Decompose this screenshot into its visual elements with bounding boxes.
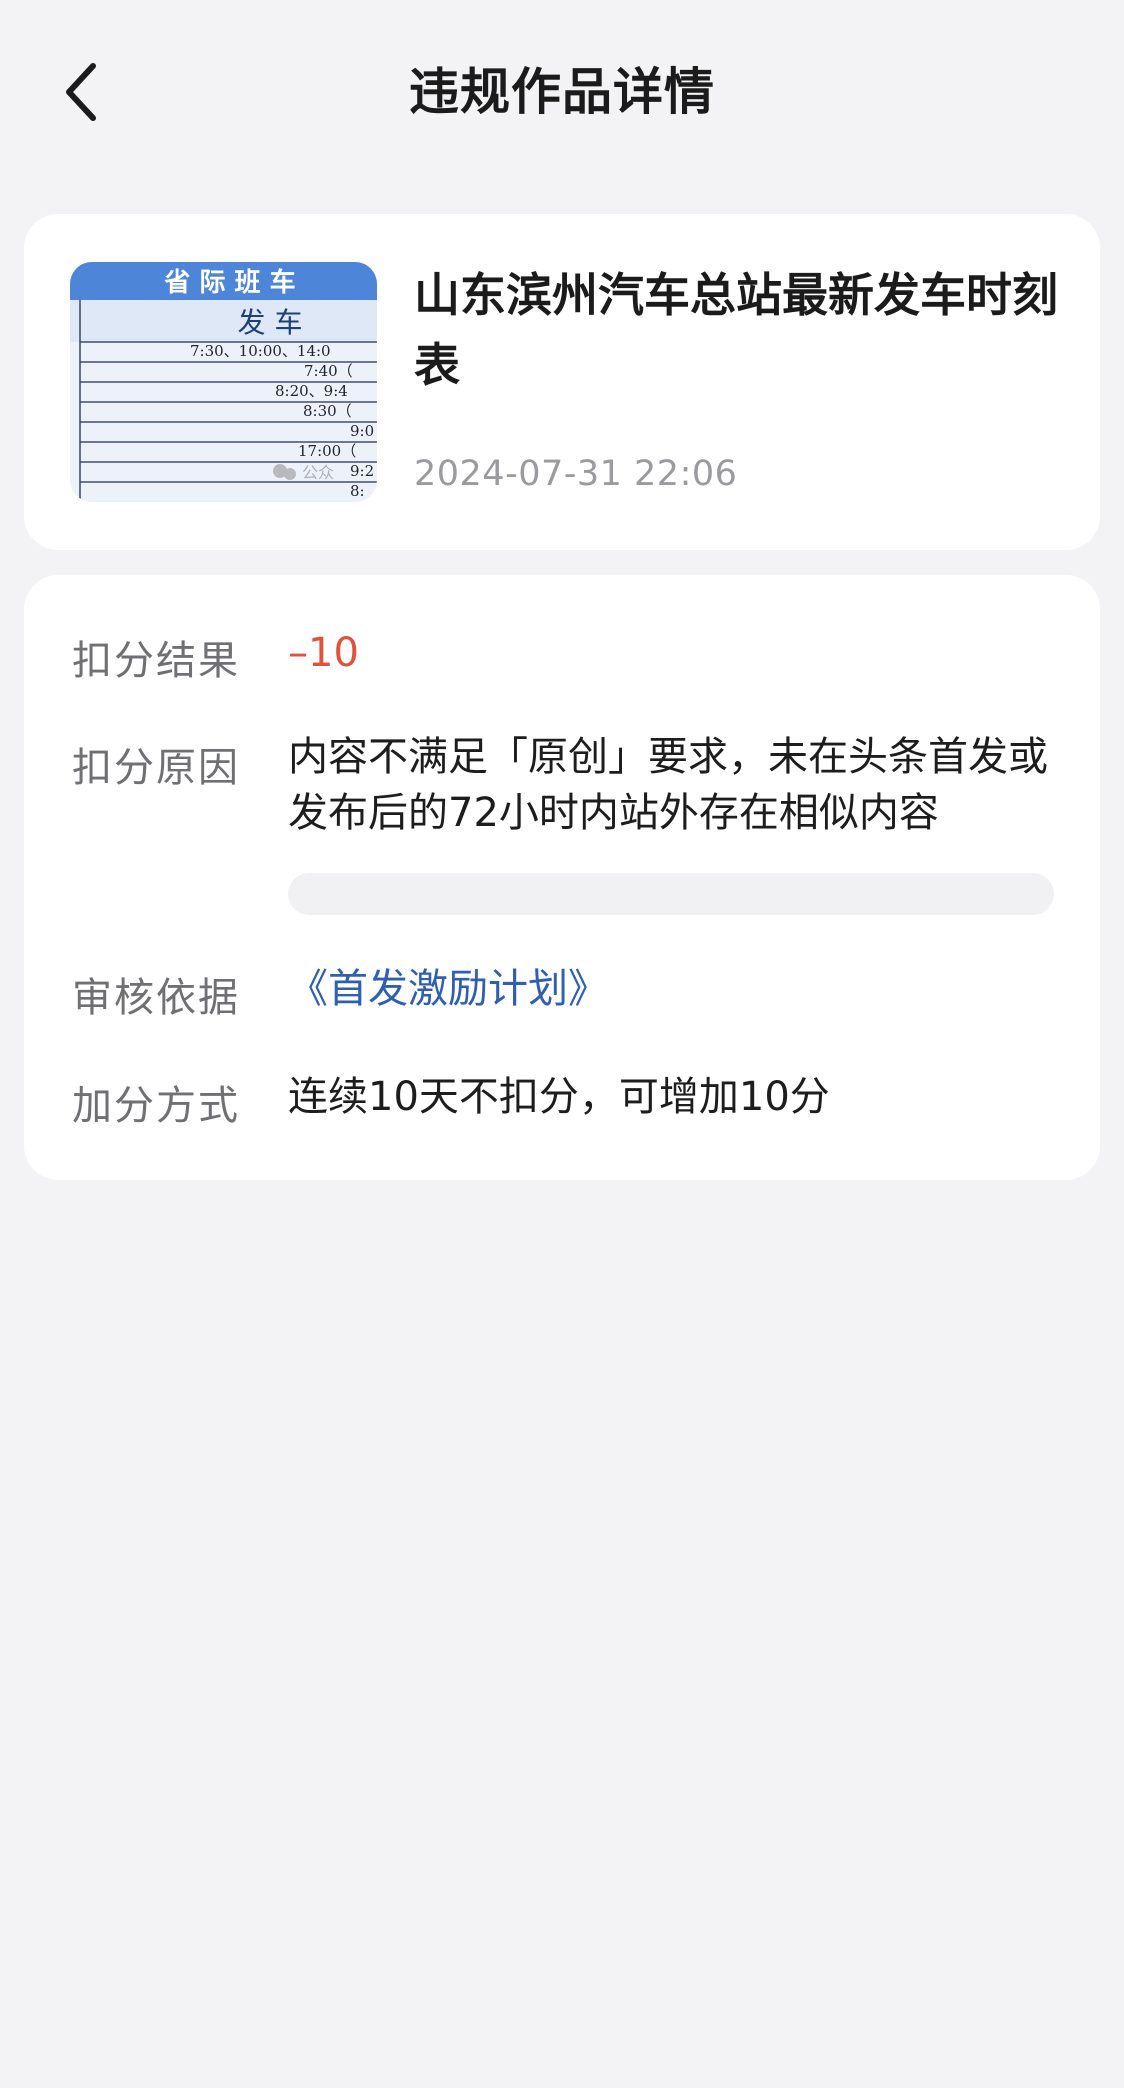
basis-link[interactable]: 《首发激励计划》 xyxy=(288,961,1078,1017)
method-value: 连续10天不扣分，可增加10分 xyxy=(288,1074,830,1120)
page: 违规作品详情 省 际 班 车 发 车 7:30、10:00、14:0 7:40（… xyxy=(0,0,1124,2088)
thumb-line: 7:30、10:00、14:0 xyxy=(190,342,331,360)
result-value: –10 xyxy=(288,630,359,676)
reason-label: 扣分原因 xyxy=(72,745,240,791)
article-card[interactable]: 省 际 班 车 发 车 7:30、10:00、14:0 7:40（ 8:20、9… xyxy=(24,214,1100,550)
article-title[interactable]: 山东滨州汽车总站最新发车时刻表 xyxy=(414,260,1074,400)
timetable-image: 省 际 班 车 发 车 7:30、10:00、14:0 7:40（ 8:20、9… xyxy=(70,262,377,502)
method-label: 加分方式 xyxy=(72,1083,240,1129)
basis-label: 审核依据 xyxy=(72,975,240,1021)
violation-detail-card: 扣分结果 –10 扣分原因 内容不满足「原创」要求，未在头条首发或发布后的72小… xyxy=(24,575,1100,1180)
result-label: 扣分结果 xyxy=(72,638,240,684)
article-timestamp: 2024-07-31 22:06 xyxy=(414,454,738,494)
article-thumbnail: 省 际 班 车 发 车 7:30、10:00、14:0 7:40（ 8:20、9… xyxy=(70,262,377,502)
navigation-bar: 违规作品详情 xyxy=(0,0,1124,180)
thumb-heading: 省 际 班 车 xyxy=(163,267,295,298)
thumb-line: 9:2 xyxy=(350,462,374,480)
thumb-watermark: 公众 xyxy=(302,463,334,482)
thumb-line: 8: xyxy=(350,482,365,500)
thumb-line: 8:30（ xyxy=(303,402,352,420)
reason-value: 内容不满足「原创」要求，未在头条首发或发布后的72小时内站外存在相似内容 xyxy=(288,734,1048,836)
thumb-line: 17:00（ xyxy=(298,442,356,460)
thumb-line: 9:0 xyxy=(350,422,374,440)
loading-placeholder-bar xyxy=(288,873,1054,915)
thumb-line: 7:40（ xyxy=(304,362,353,380)
thumb-subheading: 发 车 xyxy=(238,306,303,339)
page-title: 违规作品详情 xyxy=(409,63,715,121)
home-indicator-area xyxy=(0,2018,1124,2088)
thumb-line: 8:20、9:4 xyxy=(275,382,348,400)
